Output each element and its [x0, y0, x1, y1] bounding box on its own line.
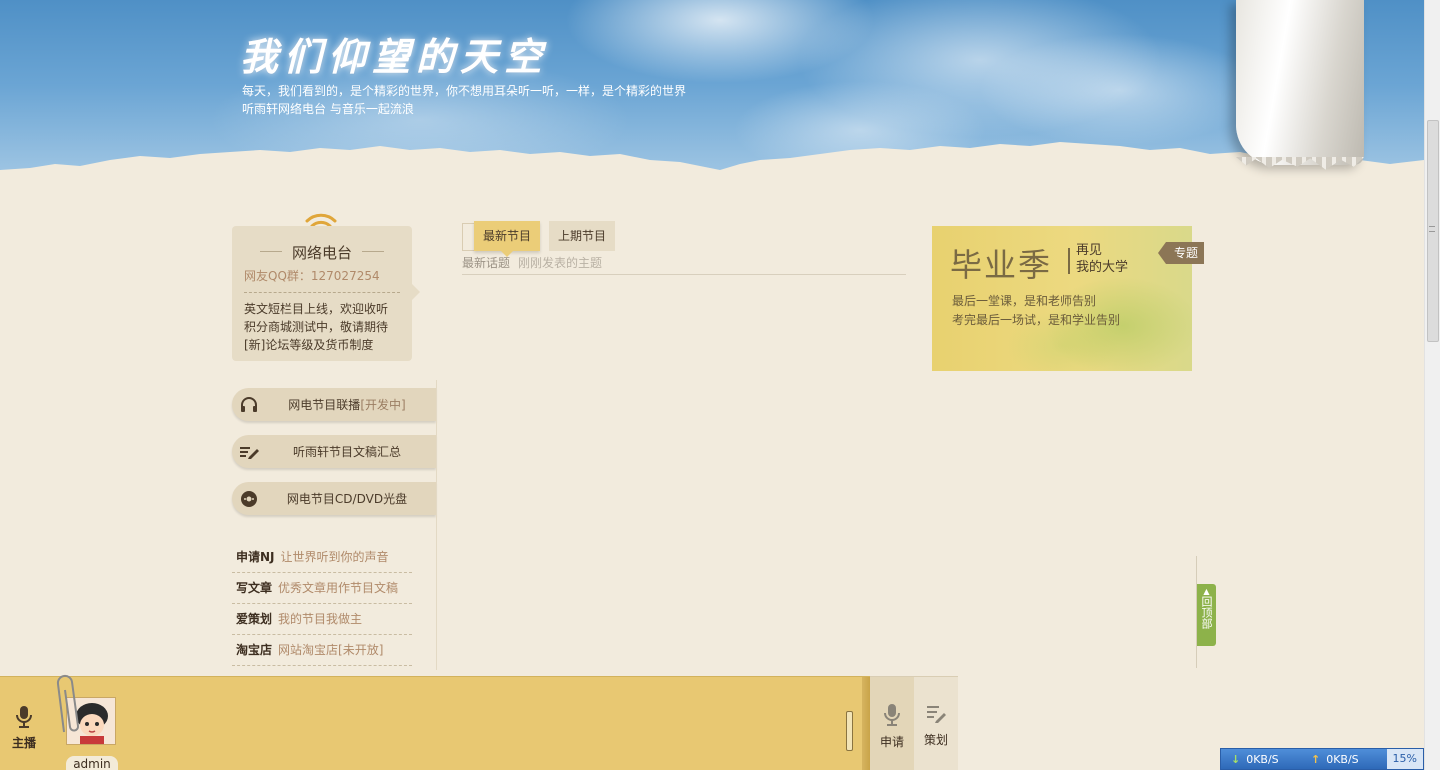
player-actions: 申请 策划	[870, 676, 958, 770]
nj-tab[interactable]: 主播	[0, 677, 48, 770]
download-speed: ↓ 0KB/S	[1231, 752, 1279, 766]
headphones-icon	[238, 394, 260, 416]
banner-title: 毕业季	[950, 246, 1053, 284]
player-scroll-handle[interactable]	[846, 711, 853, 751]
banner-subtitle: 再见 我的大学	[1076, 243, 1129, 275]
column-divider	[436, 380, 437, 670]
pencil-icon	[238, 441, 260, 463]
paperclip-icon	[56, 674, 79, 733]
banner-divider	[1068, 248, 1070, 274]
qq-group: 网友QQ群：127027254	[244, 267, 400, 293]
back-to-top-label: 回顶部	[1200, 596, 1213, 629]
topic-row: 最新话题 刚刚发表的主题	[462, 253, 906, 275]
page-curl-decoration	[1236, 0, 1364, 165]
link-write-article[interactable]: 写文章 优秀文章用作节目文稿	[232, 573, 412, 604]
microphone-icon	[884, 704, 900, 726]
arrow-up-icon: ▲	[1203, 587, 1210, 596]
link-love-planning[interactable]: 爱策划 我的节目我做主	[232, 604, 412, 635]
apply-label: 申请	[879, 735, 904, 749]
tab-latest-programs[interactable]: 最新节目	[474, 221, 541, 257]
apply-tab[interactable]: 申请	[870, 677, 914, 770]
topic-label: 最新话题	[462, 256, 511, 270]
player-bar: 主播	[0, 676, 870, 770]
side-link-list: 申请NJ 让世界听到你的声音 写文章 优秀文章用作节目文稿 爱策划 我的节目我做主 淘…	[232, 542, 412, 666]
news-item[interactable]: [新]论坛等级及货币制度	[244, 336, 400, 354]
usage-percent: 15%	[1386, 749, 1423, 769]
link-apply-nj[interactable]: 申请NJ 让世界听到你的声音	[232, 542, 412, 573]
graduation-banner[interactable]: 毕业季 再见 我的大学 最后一堂课，是和老师告别 考完最后一场试，是和学业告别	[932, 226, 1192, 371]
side-button-cd-dvd[interactable]: 网电节目CD/DVD光盘	[232, 482, 436, 515]
network-speed-widget[interactable]: ↓ 0KB/S ↑ 0KB/S 15%	[1220, 748, 1424, 770]
scrollbar-grip	[1429, 226, 1435, 232]
edit-icon	[927, 706, 946, 723]
program-tabs: 最新节目 上期节目 最新话题 刚刚发表的主题	[462, 221, 906, 275]
topic-desc: 刚刚发表的主题	[518, 256, 603, 270]
disc-icon	[238, 488, 260, 510]
radio-info-card: 网络电台 网友QQ群：127027254 英文短栏目上线，欢迎收听 积分商城测试…	[232, 226, 420, 361]
subtitle-line: 每天，我们看到的，是个精彩的世界，你不想用耳朵听一听，一样，是个精彩的世界	[242, 84, 687, 98]
plan-tab[interactable]: 策划	[914, 677, 958, 770]
banner-description: 最后一堂课，是和老师告别 考完最后一场试，是和学业告别	[952, 294, 1121, 327]
side-button-label: 听雨轩节目文稿汇总	[292, 445, 401, 459]
tab-bar: 最新节目 上期节目	[462, 221, 906, 257]
nj-label: 主播	[11, 736, 36, 750]
news-item[interactable]: 英文短栏目上线，欢迎收听	[244, 300, 400, 318]
upload-arrow-icon: ↑	[1311, 752, 1321, 766]
tab-previous-programs[interactable]: 上期节目	[549, 221, 616, 251]
plan-label: 策划	[923, 733, 948, 747]
subtitle-line: 听雨轩网络电台 与音乐一起流浪	[242, 102, 414, 116]
side-button-label: 网电节目CD/DVD光盘	[286, 492, 408, 506]
site-title: 我们仰望的天空	[240, 34, 549, 79]
radio-title: 网络电台	[244, 242, 400, 263]
news-item[interactable]: 积分商城测试中，敬请期待	[244, 318, 400, 336]
player-edge	[862, 677, 870, 770]
torn-paper-edge	[0, 142, 1424, 190]
upload-speed: ↑ 0KB/S	[1311, 752, 1359, 766]
side-button-program-broadcast[interactable]: 网电节目联播[开发中]	[232, 388, 436, 421]
microphone-icon	[16, 706, 32, 728]
news-list: 英文短栏目上线，欢迎收听 积分商城测试中，敬请期待 [新]论坛等级及货币制度	[244, 300, 400, 354]
side-button-script-collection[interactable]: 听雨轩节目文稿汇总	[232, 435, 436, 468]
download-arrow-icon: ↓	[1231, 752, 1241, 766]
page-scrollbar[interactable]	[1424, 0, 1440, 770]
side-button-label: 网电节目联播[开发中]	[288, 398, 406, 412]
tab-edge	[462, 223, 474, 251]
link-taobao-shop[interactable]: 淘宝店 网站淘宝店[未开放]	[232, 635, 412, 666]
topic-tag-badge[interactable]: 专题	[1157, 242, 1205, 264]
username-label[interactable]: admin	[66, 756, 118, 770]
header-banner: 我们仰望的天空 每天，我们看到的，是个精彩的世界，你不想用耳朵听一听，一样，是个…	[0, 0, 1424, 190]
back-to-top-button[interactable]: ▲ 回顶部	[1197, 584, 1216, 646]
site-subtitle: 每天，我们看到的，是个精彩的世界，你不想用耳朵听一听，一样，是个精彩的世界 听雨…	[242, 82, 722, 118]
